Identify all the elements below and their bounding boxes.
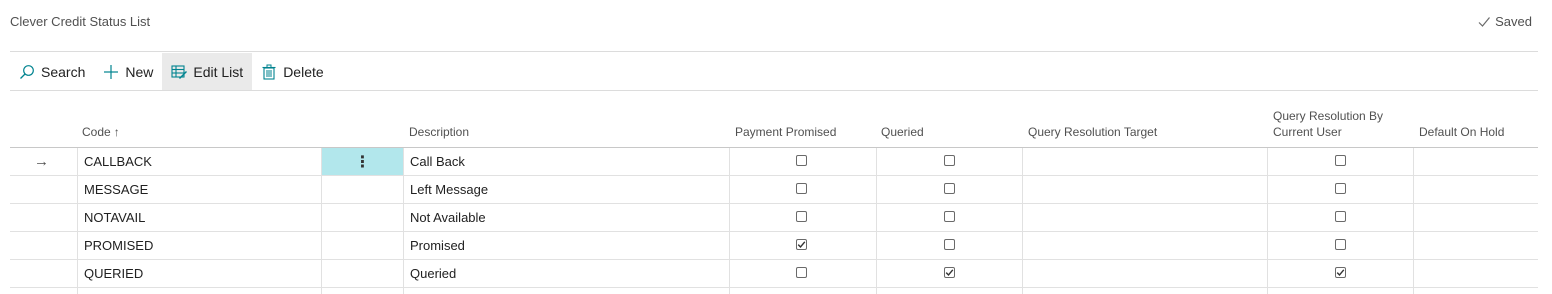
table-row[interactable]: → CALLBACK ⋮ Call Back xyxy=(10,148,1538,176)
checkmark-icon xyxy=(797,241,806,249)
query-resolution-by-current-user-checkbox[interactable] xyxy=(1335,211,1346,222)
column-header-default-on-hold-label: Default On Hold xyxy=(1419,125,1505,139)
query-resolution-by-current-user-checkbox[interactable] xyxy=(1335,183,1346,194)
column-header-query-resolution-by-current-user[interactable]: Query Resolution By Current User xyxy=(1273,106,1413,148)
checkmark-icon xyxy=(1478,16,1491,27)
column-header-query-resolution-target-label: Query Resolution Target xyxy=(1028,125,1158,139)
divider xyxy=(10,51,1538,52)
query-resolution-by-current-user-checkbox[interactable] xyxy=(1335,155,1346,166)
description-cell[interactable]: Promised xyxy=(403,232,729,259)
query-resolution-target-cell[interactable] xyxy=(1022,176,1267,203)
code-cell[interactable]: QUERIED xyxy=(77,260,321,287)
delete-label: Delete xyxy=(283,63,324,80)
queried-checkbox[interactable] xyxy=(944,211,955,222)
query-resolution-by-current-user-checkbox[interactable] xyxy=(1335,267,1346,278)
new-button[interactable]: New xyxy=(94,53,162,90)
description-cell[interactable]: Left Message xyxy=(403,176,729,203)
row-actions-button[interactable]: ⋮ xyxy=(322,148,403,175)
page-title: Clever Credit Status List xyxy=(10,14,151,29)
code-cell[interactable]: MESSAGE xyxy=(77,176,321,203)
query-resolution-target-cell[interactable] xyxy=(1022,204,1267,231)
edit-list-label: Edit List xyxy=(193,63,244,80)
query-resolution-target-cell[interactable] xyxy=(1022,232,1267,259)
column-header-query-resolution-target[interactable]: Query Resolution Target xyxy=(1028,106,1268,148)
plus-icon xyxy=(104,64,119,79)
saved-label: Saved xyxy=(1495,14,1532,29)
column-header-qrbcu-line2: Current User xyxy=(1273,125,1342,139)
new-label: New xyxy=(125,63,154,80)
table-row[interactable]: MESSAGE Left Message xyxy=(10,176,1538,204)
payment-promised-checkbox[interactable] xyxy=(796,239,807,250)
code-cell[interactable]: CALLBACK xyxy=(77,148,321,175)
query-resolution-by-current-user-checkbox[interactable] xyxy=(1335,239,1346,250)
search-button[interactable]: Search xyxy=(10,53,94,90)
edit-list-icon xyxy=(171,64,188,79)
description-cell[interactable]: Queried xyxy=(403,260,729,287)
current-row-arrow-icon: → xyxy=(34,153,49,170)
default-on-hold-cell[interactable] xyxy=(1413,148,1538,175)
column-header-default-on-hold[interactable]: Default On Hold xyxy=(1419,106,1538,148)
query-resolution-target-cell[interactable] xyxy=(1022,260,1267,287)
edit-list-button[interactable]: Edit List xyxy=(162,53,253,90)
column-header-payment-promised-label: Payment Promised xyxy=(735,125,837,139)
search-icon xyxy=(20,64,34,79)
payment-promised-checkbox[interactable] xyxy=(796,211,807,222)
payment-promised-checkbox[interactable] xyxy=(796,267,807,278)
column-header-code-label: Code xyxy=(82,125,111,139)
table-row[interactable]: NOTAVAIL Not Available xyxy=(10,204,1538,232)
checkmark-icon xyxy=(945,269,954,277)
query-resolution-target-cell[interactable] xyxy=(1022,148,1267,175)
default-on-hold-cell[interactable] xyxy=(1413,176,1538,203)
checkmark-icon xyxy=(1336,269,1345,277)
queried-checkbox[interactable] xyxy=(944,155,955,166)
column-header-payment-promised[interactable]: Payment Promised xyxy=(735,106,875,148)
description-cell[interactable]: Not Available xyxy=(403,204,729,231)
column-header-description[interactable]: Description xyxy=(409,106,709,148)
payment-promised-checkbox[interactable] xyxy=(796,155,807,166)
payment-promised-checkbox[interactable] xyxy=(796,183,807,194)
search-label: Search xyxy=(41,63,86,80)
table-row[interactable]: QUERIED Queried xyxy=(10,260,1538,288)
table-row[interactable]: PROMISED Promised xyxy=(10,232,1538,260)
delete-button[interactable]: Delete xyxy=(252,53,332,90)
default-on-hold-cell[interactable] xyxy=(1413,232,1538,259)
sort-ascending-icon: ↑ xyxy=(113,125,120,139)
column-header-description-label: Description xyxy=(409,125,470,139)
queried-checkbox[interactable] xyxy=(944,267,955,278)
default-on-hold-cell[interactable] xyxy=(1413,204,1538,231)
code-cell[interactable]: NOTAVAIL xyxy=(77,204,321,231)
saved-status: Saved xyxy=(1477,14,1532,29)
column-header-queried-label: Queried xyxy=(881,125,924,139)
trash-icon xyxy=(262,64,276,80)
description-cell[interactable]: Call Back xyxy=(403,148,729,175)
default-on-hold-cell[interactable] xyxy=(1413,260,1538,287)
column-header-qrbcu-line1: Query Resolution By xyxy=(1273,109,1384,123)
column-header-code[interactable]: Code ↑ xyxy=(82,106,322,148)
divider xyxy=(10,90,1538,91)
code-cell[interactable]: PROMISED xyxy=(77,232,321,259)
queried-checkbox[interactable] xyxy=(944,239,955,250)
queried-checkbox[interactable] xyxy=(944,183,955,194)
action-bar: Search New Edit List Delete xyxy=(10,53,333,90)
column-header-queried[interactable]: Queried xyxy=(881,106,1021,148)
